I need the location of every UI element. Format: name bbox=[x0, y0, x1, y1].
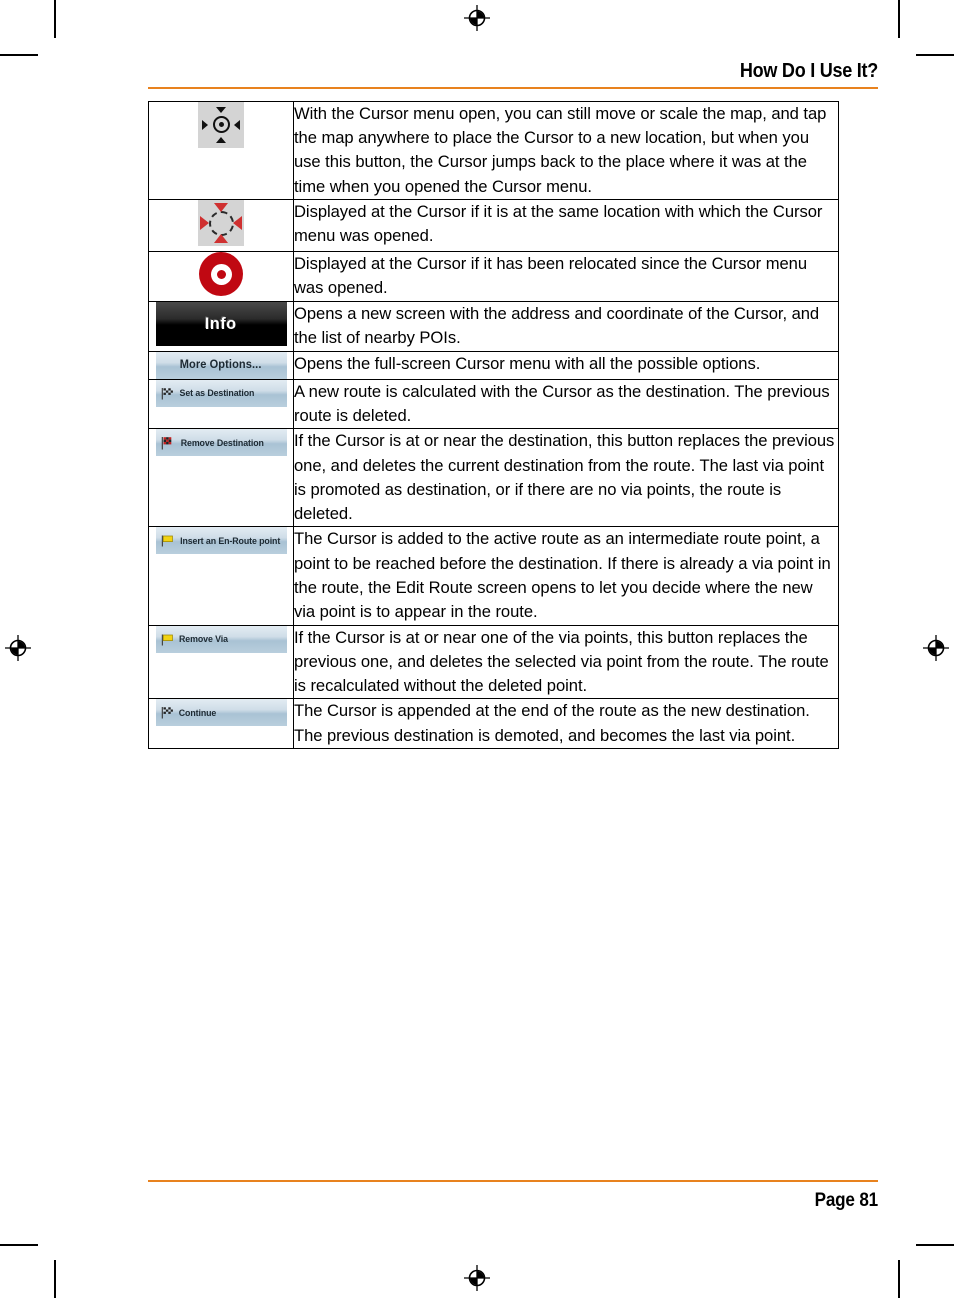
description-cell: If the Cursor is at or near one of the v… bbox=[293, 624, 839, 700]
description-cell: Displayed at the Cursor if it has been r… bbox=[293, 251, 839, 303]
yellow-flag-icon bbox=[161, 534, 174, 547]
icon-cell bbox=[148, 251, 294, 303]
page-footer: Page 81 bbox=[148, 1180, 878, 1212]
description-cell: With the Cursor menu open, you can still… bbox=[293, 100, 839, 201]
table-row: Remove Via If the Cursor is at or near o… bbox=[148, 624, 839, 700]
running-head: How Do I Use It? bbox=[148, 59, 878, 89]
info-button[interactable]: Info bbox=[155, 302, 287, 347]
description-cell: Displayed at the Cursor if it is at the … bbox=[293, 199, 839, 253]
cursor-recenter-icon bbox=[198, 101, 244, 148]
table-row: Remove Destination If the Cursor is at o… bbox=[148, 428, 839, 528]
page-title: How Do I Use It? bbox=[739, 59, 878, 82]
table-row: Displayed at the Cursor if it is at the … bbox=[148, 199, 839, 253]
crop-mark-bottom-right-horizontal bbox=[916, 1244, 954, 1246]
checkered-flag-icon bbox=[161, 387, 174, 400]
crop-mark-top-right-horizontal bbox=[916, 54, 954, 56]
description-cell: Opens the full-screen Cursor menu with a… bbox=[293, 350, 839, 380]
table-row: More Options... Opens the full-screen Cu… bbox=[148, 350, 839, 380]
registration-mark-left bbox=[5, 635, 31, 661]
cursor-at-same-location-icon bbox=[198, 200, 244, 247]
icon-cell bbox=[148, 199, 294, 253]
crop-mark-bottom-left-horizontal bbox=[0, 1244, 38, 1246]
set-as-destination-button[interactable]: Set as Destination bbox=[155, 379, 287, 407]
table-row: Info Opens a new screen with the address… bbox=[148, 301, 839, 352]
crop-mark-top-left-vertical bbox=[54, 0, 56, 38]
page-number: Page 81 bbox=[814, 1190, 879, 1212]
header-rule bbox=[148, 86, 878, 89]
more-options-button[interactable]: More Options... bbox=[155, 351, 287, 379]
icon-cell: Continue bbox=[148, 698, 294, 750]
cursor-menu-reference-table: With the Cursor menu open, you can still… bbox=[148, 100, 839, 750]
icon-cell bbox=[148, 100, 294, 201]
checkered-flag-red-icon bbox=[161, 436, 175, 450]
crop-mark-top-right-vertical bbox=[898, 0, 900, 38]
continue-button[interactable]: Continue bbox=[155, 699, 287, 727]
insert-en-route-point-button[interactable]: Insert an En-Route point bbox=[155, 527, 287, 555]
registration-mark-bottom bbox=[464, 1265, 490, 1291]
icon-cell: Info bbox=[148, 301, 294, 352]
cursor-relocated-icon bbox=[199, 252, 243, 297]
page-content: How Do I Use It? With the Cursor menu op… bbox=[148, 59, 878, 750]
icon-cell: More Options... bbox=[148, 350, 294, 380]
description-cell: The Cursor is added to the active route … bbox=[293, 526, 839, 626]
description-cell: If the Cursor is at or near the destinat… bbox=[293, 428, 839, 528]
checkered-flag-icon bbox=[161, 706, 174, 719]
registration-mark-right bbox=[923, 635, 949, 661]
yellow-flag-icon bbox=[161, 633, 174, 646]
description-cell: A new route is calculated with the Curso… bbox=[293, 378, 839, 430]
icon-cell: Insert an En-Route point bbox=[148, 526, 294, 626]
remove-via-button[interactable]: Remove Via bbox=[155, 625, 287, 653]
table-row: Displayed at the Cursor if it has been r… bbox=[148, 251, 839, 303]
crop-mark-bottom-right-vertical bbox=[898, 1260, 900, 1298]
crop-mark-top-left-horizontal bbox=[0, 54, 38, 56]
description-cell: The Cursor is appended at the end of the… bbox=[293, 698, 839, 750]
icon-cell: Set as Destination bbox=[148, 378, 294, 430]
icon-cell: Remove Via bbox=[148, 624, 294, 700]
table-row: Set as Destination A new route is calcul… bbox=[148, 378, 839, 430]
table-row: With the Cursor menu open, you can still… bbox=[148, 100, 839, 201]
crop-mark-bottom-left-vertical bbox=[54, 1260, 56, 1298]
registration-mark-top bbox=[464, 5, 490, 31]
remove-destination-button[interactable]: Remove Destination bbox=[155, 429, 287, 457]
table-row: Continue The Cursor is appended at the e… bbox=[148, 698, 839, 750]
icon-cell: Remove Destination bbox=[148, 428, 294, 528]
description-cell: Opens a new screen with the address and … bbox=[293, 301, 839, 352]
table-row: Insert an En-Route point The Cursor is a… bbox=[148, 526, 839, 626]
